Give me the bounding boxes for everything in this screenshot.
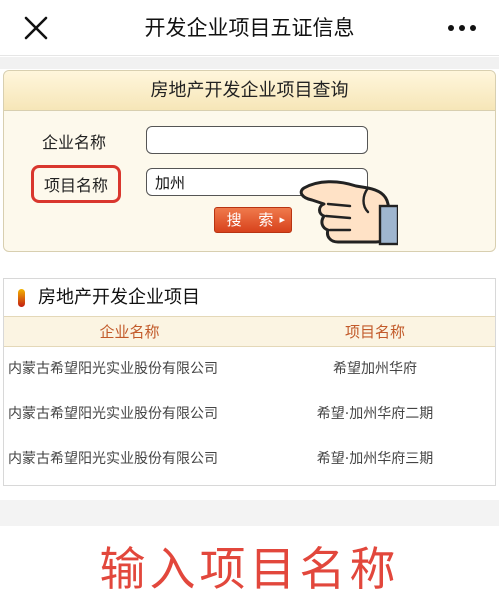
company-name-label: 企业名称: [42, 133, 107, 152]
divider: [0, 57, 499, 69]
results-column-headers: 企业名称 项目名称: [4, 317, 495, 347]
results-title: 房地产开发企业项目: [38, 287, 200, 308]
spacer: [0, 256, 499, 276]
column-header-project: 项目名称: [344, 323, 405, 341]
table-row[interactable]: 内蒙古希望阳光实业股份有限公司 希望加州华府: [4, 347, 495, 392]
table-row[interactable]: 内蒙古希望阳光实业股份有限公司 希望·加州华府二期: [4, 392, 495, 437]
search-button-label: 搜 索: [226, 211, 280, 229]
results-panel: 房地产开发企业项目 企业名称 项目名称 内蒙古希望阳光实业股份有限公司 希望加州…: [3, 278, 496, 486]
pointing-hand-icon: [299, 180, 398, 246]
arrow-right-icon: ▸: [279, 213, 285, 226]
divider: [0, 500, 499, 526]
project-cell[interactable]: 希望·加州华府三期: [255, 437, 495, 482]
company-cell: 内蒙古希望阳光实业股份有限公司: [8, 451, 218, 467]
company-cell: 内蒙古希望阳光实业股份有限公司: [8, 361, 218, 377]
project-name-label: 项目名称: [31, 165, 122, 203]
top-navigation-bar: 开发企业项目五证信息: [0, 0, 499, 56]
search-button[interactable]: 搜 索 ▸: [214, 207, 292, 233]
section-marker-icon: [18, 289, 25, 307]
more-dots-icon[interactable]: [447, 18, 477, 38]
company-cell: 内蒙古希望阳光实业股份有限公司: [8, 406, 218, 422]
instruction-caption: 输入项目名称: [0, 526, 499, 613]
project-cell[interactable]: 希望加州华府: [255, 347, 495, 392]
query-panel-header: 房地产开发企业项目查询: [4, 71, 495, 111]
page-title: 开发企业项目五证信息: [144, 16, 355, 40]
project-cell[interactable]: 希望·加州华府二期: [255, 392, 495, 437]
table-row[interactable]: 内蒙古希望阳光实业股份有限公司 希望·加州华府三期: [4, 437, 495, 482]
results-header: 房地产开发企业项目: [4, 279, 495, 317]
query-panel: 房地产开发企业项目查询 企业名称 项目名称 搜 索 ▸: [3, 70, 496, 252]
column-header-company: 企业名称: [99, 323, 160, 341]
company-name-input[interactable]: [146, 126, 368, 154]
